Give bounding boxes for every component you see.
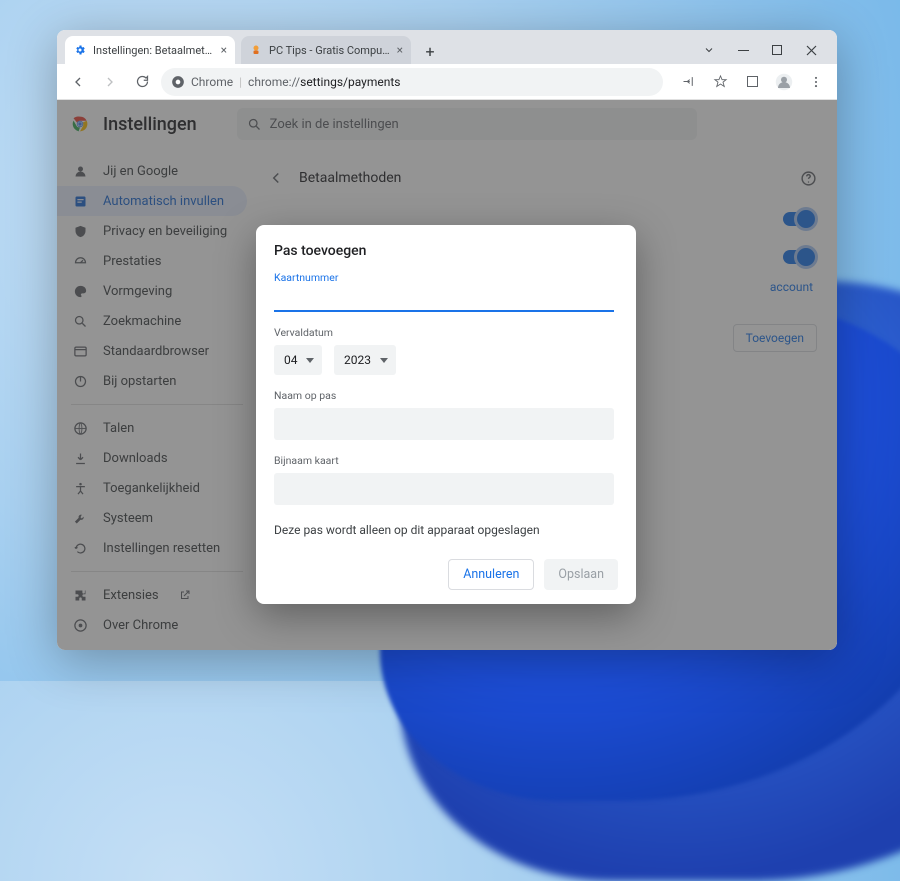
browser-toolbar: Chrome | chrome://settings/payments	[57, 64, 837, 100]
window-controls	[701, 42, 829, 64]
browser-tab[interactable]: PC Tips - Gratis Computer Tips, i… ×	[241, 36, 411, 64]
name-on-card-input[interactable]	[274, 408, 614, 440]
expiry-year-select[interactable]: 2023	[334, 345, 396, 375]
forward-icon[interactable]	[97, 69, 123, 95]
url-prefix: chrome://	[248, 75, 300, 89]
browser-tab-active[interactable]: Instellingen: Betaalmethoden ×	[65, 36, 235, 64]
close-window-icon[interactable]	[803, 42, 819, 58]
card-number-input[interactable]	[274, 284, 614, 312]
cancel-button[interactable]: Annuleren	[448, 559, 534, 590]
name-on-card-label: Naam op pas	[274, 389, 618, 402]
maximize-icon[interactable]	[769, 42, 785, 58]
profile-icon[interactable]	[771, 69, 797, 95]
reload-icon[interactable]	[129, 69, 155, 95]
add-card-dialog: Pas toevoegen Kaartnummer Vervaldatum 04…	[256, 225, 636, 604]
menu-dots-icon[interactable]	[803, 69, 829, 95]
expiry-month-select[interactable]: 04	[274, 345, 322, 375]
tab-title: PC Tips - Gratis Computer Tips, i…	[269, 44, 391, 57]
tab-title: Instellingen: Betaalmethoden	[93, 44, 215, 57]
settings-content: Instellingen Zoek in de instellingen Jij…	[57, 100, 837, 650]
back-icon[interactable]	[65, 69, 91, 95]
save-button[interactable]: Opslaan	[544, 559, 618, 590]
expiry-label: Vervaldatum	[274, 326, 618, 339]
address-scheme: Chrome	[191, 75, 233, 89]
url-path: settings/payments	[300, 75, 400, 89]
address-bar[interactable]: Chrome | chrome://settings/payments	[161, 68, 663, 96]
nickname-label: Bijnaam kaart	[274, 454, 618, 467]
chrome-window: Instellingen: Betaalmethoden × PC Tips -…	[57, 30, 837, 650]
tab-strip: Instellingen: Betaalmethoden × PC Tips -…	[57, 30, 837, 64]
card-number-label: Kaartnummer	[274, 271, 618, 284]
minimize-icon[interactable]	[735, 42, 751, 58]
new-tab-button[interactable]: +	[417, 38, 443, 64]
dialog-note: Deze pas wordt alleen op dit apparaat op…	[274, 523, 618, 537]
star-icon[interactable]	[707, 69, 733, 95]
extensions-icon[interactable]	[739, 69, 765, 95]
site-icon	[249, 43, 263, 57]
nickname-input[interactable]	[274, 473, 614, 505]
chevron-down-icon[interactable]	[701, 42, 717, 58]
share-icon[interactable]	[675, 69, 701, 95]
close-icon[interactable]: ×	[221, 43, 227, 57]
modal-overlay[interactable]: Pas toevoegen Kaartnummer Vervaldatum 04…	[57, 100, 837, 650]
dialog-title: Pas toevoegen	[274, 243, 618, 259]
close-icon[interactable]: ×	[397, 43, 403, 57]
gear-icon	[73, 43, 87, 57]
chrome-icon	[171, 75, 185, 89]
